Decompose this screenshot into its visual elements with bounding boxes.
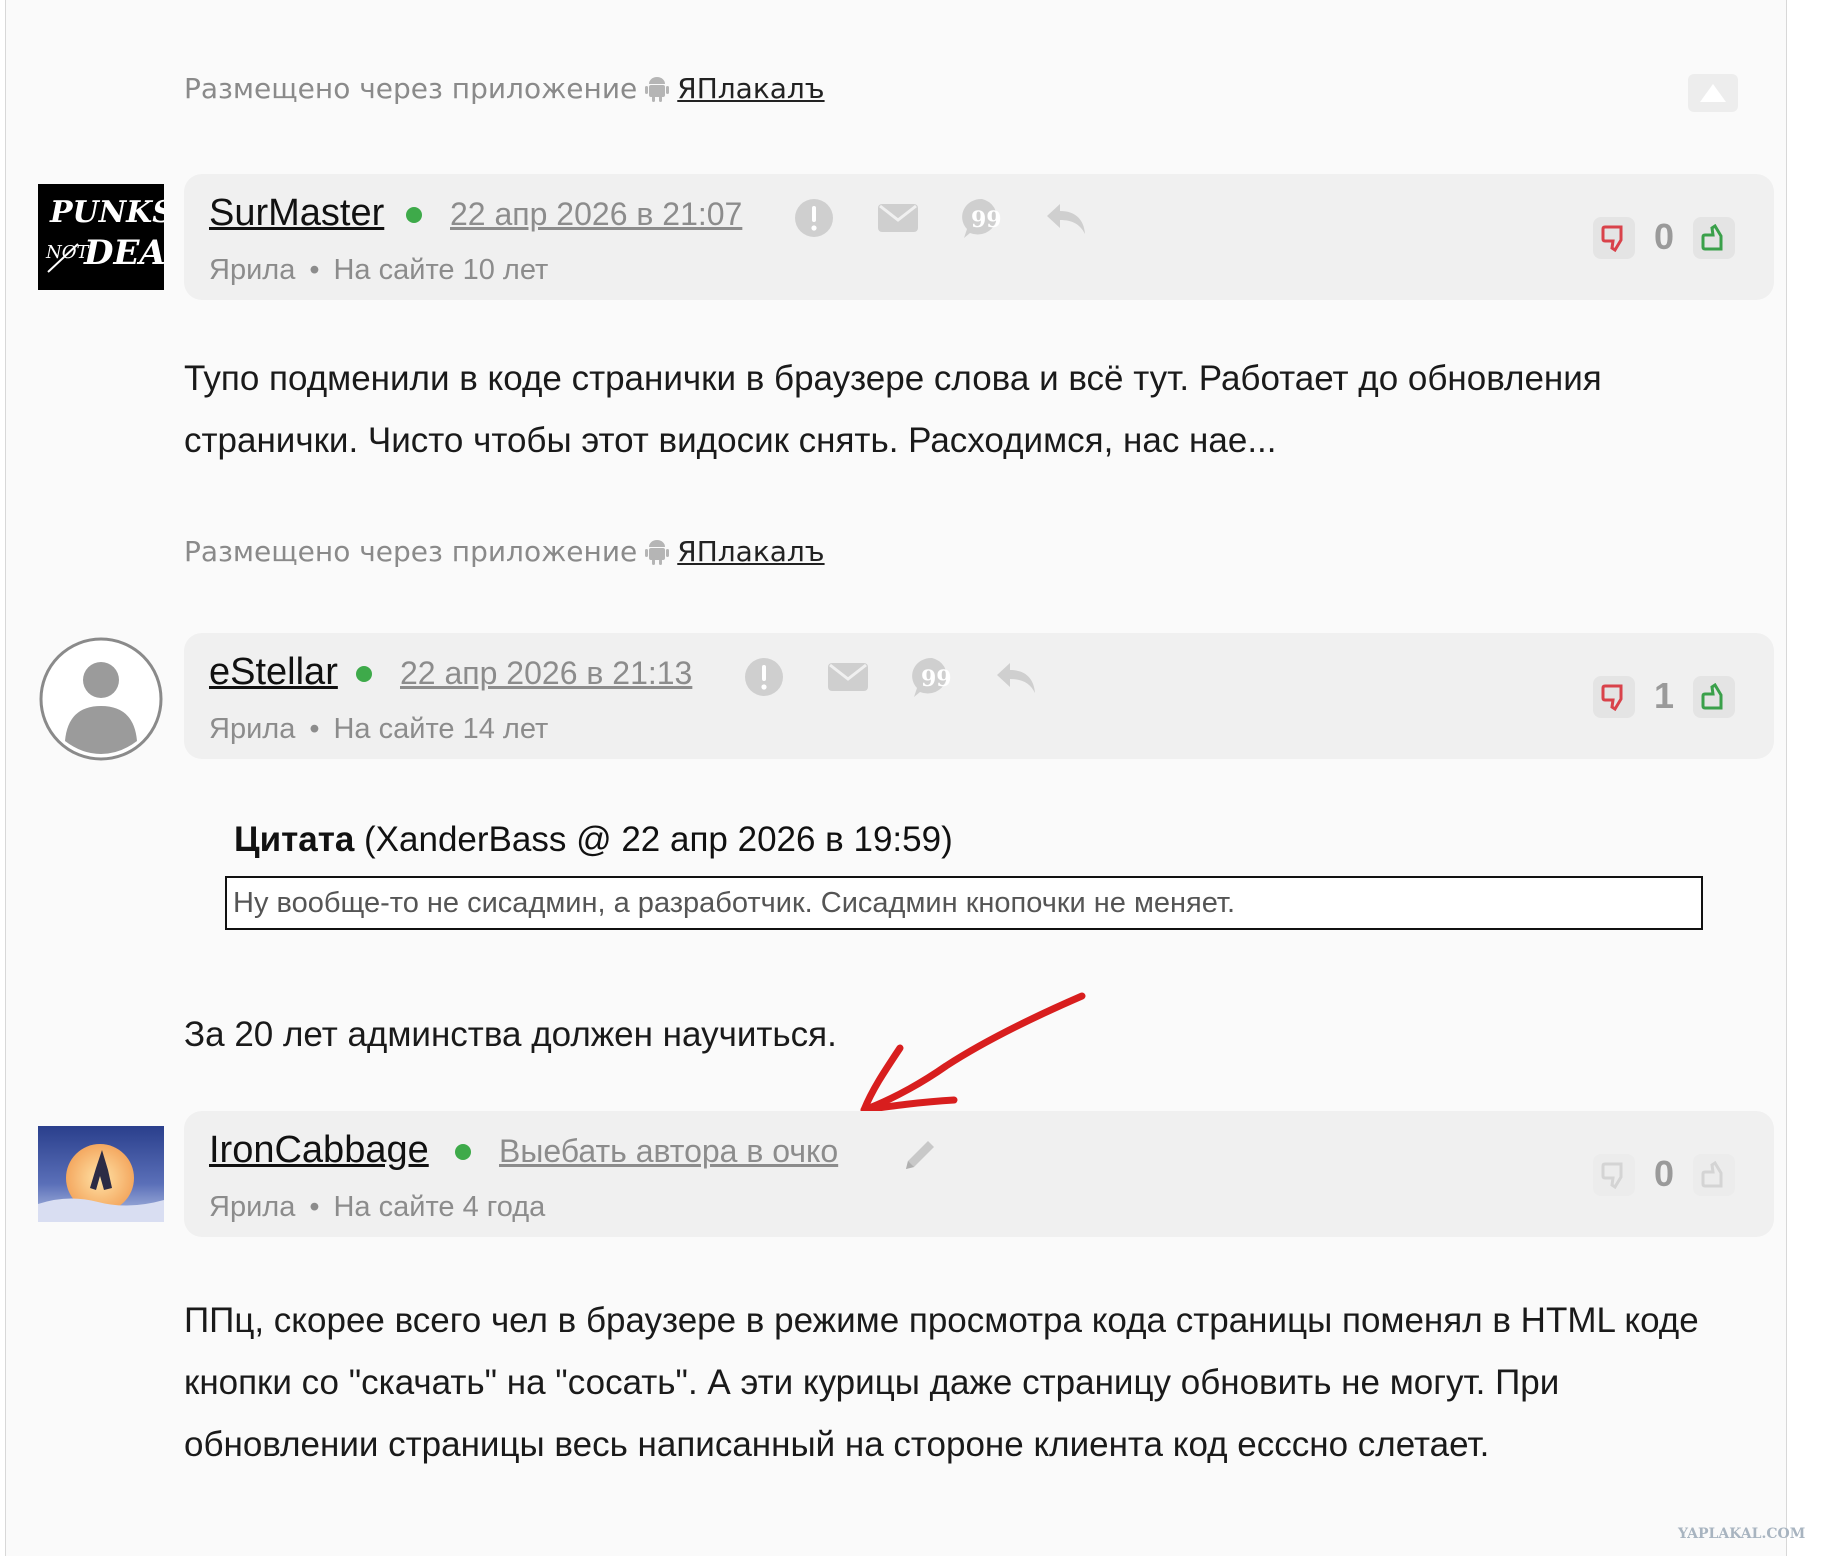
avatar[interactable] <box>38 1126 164 1222</box>
scroll-top-button[interactable] <box>1688 74 1738 112</box>
default-user-avatar-icon <box>39 637 163 761</box>
post-date-link[interactable]: 22 апр 2026 в 21:07 <box>450 196 742 233</box>
quote-source: (XanderBass @ 22 апр 2026 в 19:59) <box>364 820 953 859</box>
vote-down-button[interactable] <box>1593 217 1635 259</box>
username-link[interactable]: eStellar <box>209 651 338 694</box>
meta-separator: • <box>309 713 320 745</box>
report-icon[interactable] <box>792 196 836 240</box>
online-status-dot <box>356 666 372 682</box>
thumb-down-icon <box>1601 684 1623 711</box>
post-header: IronCabbage Выебать автора в очко Ярила •… <box>184 1111 1774 1237</box>
message-icon[interactable] <box>876 196 920 240</box>
thumb-up-icon <box>1701 683 1723 710</box>
user-meta: Ярила • На сайте 4 года <box>209 1191 545 1224</box>
user-meta: Ярила • На сайте 10 лет <box>209 254 548 287</box>
quote-icon[interactable]: 99 <box>960 196 1004 240</box>
user-tenure: На сайте 14 лет <box>333 713 549 745</box>
scroll-top-icon <box>1700 84 1726 102</box>
post-date-link[interactable]: Выебать автора в очко <box>499 1133 838 1170</box>
user-rank: Ярила <box>209 1191 296 1223</box>
user-rank: Ярила <box>209 254 296 286</box>
quote-box: Ну вообще-то не сисадмин, а разработчик.… <box>225 876 1703 930</box>
svg-text:99: 99 <box>971 207 1002 233</box>
android-icon <box>645 539 670 565</box>
svg-text:PUNKS: PUNKS <box>49 195 164 230</box>
post-body: Тупо подменили в коде странички в браузе… <box>184 359 1602 460</box>
pencil-icon[interactable] <box>898 1133 942 1177</box>
thumb-up-icon <box>1701 1161 1723 1188</box>
app-link[interactable]: ЯПлакалъ <box>677 535 824 568</box>
vote-up-button[interactable] <box>1693 1154 1735 1196</box>
posted-via-note: Размещено через приложение ЯПлакалъ <box>184 535 825 568</box>
quote-label: Цитата <box>234 820 355 859</box>
post-header: SurMaster 22 апр 2026 в 21:07 99 Ярила • Н… <box>184 174 1774 300</box>
quote-title: Цитата (XanderBass @ 22 апр 2026 в 19:59… <box>234 820 953 860</box>
vote-count: 0 <box>1653 1153 1675 1194</box>
punks-not-dead-avatar-image: PUNKS NOT DEAD <box>38 184 196 290</box>
user-tenure: На сайте 10 лет <box>333 254 549 286</box>
post-header: eStellar 22 апр 2026 в 21:13 99 Ярила • На… <box>184 633 1774 759</box>
meta-separator: • <box>309 1191 320 1223</box>
moon-silhouette-avatar-image <box>38 1126 164 1222</box>
report-icon[interactable] <box>742 655 786 699</box>
svg-text:99: 99 <box>921 666 952 692</box>
android-icon <box>645 76 670 102</box>
post-body: ППц, скорее всего чел в браузере в режим… <box>184 1301 1699 1464</box>
svg-text:DEAD: DEAD <box>83 233 164 273</box>
vote-down-button[interactable] <box>1593 1154 1635 1196</box>
page: Размещено через приложение ЯПлакалъ PUNK… <box>5 0 1787 1556</box>
posted-via-label: Размещено через приложение <box>184 535 638 568</box>
avatar[interactable] <box>38 636 164 762</box>
app-link[interactable]: ЯПлакалъ <box>677 72 824 105</box>
online-status-dot <box>406 207 422 223</box>
user-rank: Ярила <box>209 713 296 745</box>
meta-separator: • <box>309 254 320 286</box>
online-status-dot <box>455 1144 471 1160</box>
thumb-down-icon <box>1601 225 1623 252</box>
vote-up-button[interactable] <box>1693 217 1735 259</box>
vote-down-button[interactable] <box>1593 676 1635 718</box>
annotation-arrow <box>860 992 1086 1114</box>
watermark: YAPLAKAL.COM <box>1678 1526 1806 1542</box>
vote-up-button[interactable] <box>1693 676 1735 718</box>
reply-icon[interactable] <box>994 655 1038 699</box>
thumb-down-icon <box>1601 1162 1623 1189</box>
user-tenure: На сайте 4 года <box>333 1191 546 1223</box>
username-link[interactable]: SurMaster <box>209 192 384 235</box>
quote-icon[interactable]: 99 <box>910 655 954 699</box>
vote-count: 1 <box>1653 675 1675 716</box>
post-date-link[interactable]: 22 апр 2026 в 21:13 <box>400 655 692 692</box>
username-link[interactable]: IronCabbage <box>209 1129 429 1172</box>
user-meta: Ярила • На сайте 14 лет <box>209 713 548 746</box>
vote-count: 0 <box>1653 216 1675 257</box>
reply-icon[interactable] <box>1044 196 1088 240</box>
avatar[interactable]: PUNKS NOT DEAD <box>38 184 196 290</box>
message-icon[interactable] <box>826 655 870 699</box>
posted-via-note: Размещено через приложение ЯПлакалъ <box>184 72 825 105</box>
thumb-up-icon <box>1701 224 1723 251</box>
posted-via-label: Размещено через приложение <box>184 72 638 105</box>
